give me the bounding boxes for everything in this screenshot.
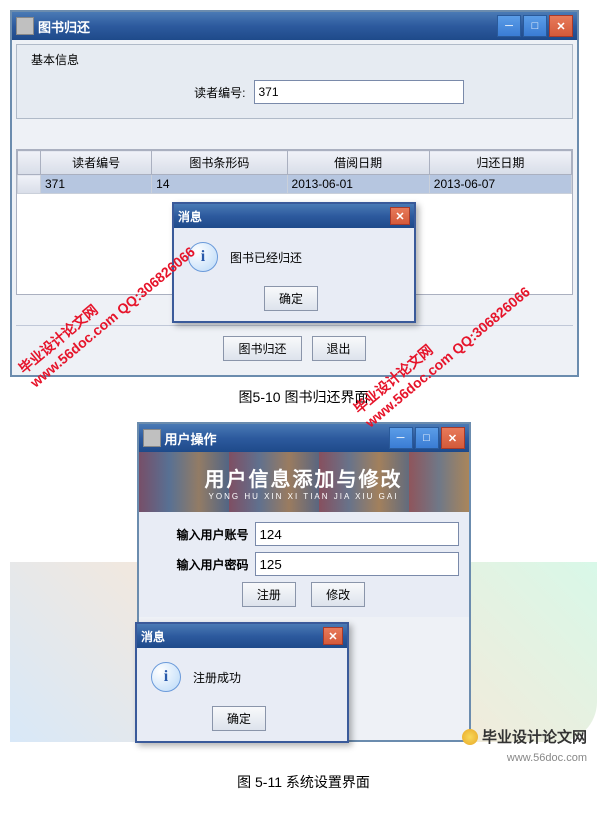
window-controls: ─ □ ✕ — [497, 15, 573, 37]
dialog-message: 图书已经归还 — [230, 249, 302, 266]
modify-button[interactable]: 修改 — [311, 582, 365, 607]
window-controls: ─ □ ✕ — [389, 427, 465, 449]
row-header-col[interactable] — [18, 151, 41, 175]
table-header-row: 读者编号 图书条形码 借阅日期 归还日期 — [18, 151, 572, 175]
java-icon — [143, 429, 161, 447]
banner-subtitle: YONG HU XIN XI TIAN JIA XIU GAI — [209, 492, 399, 501]
book-return-window: 图书归还 ─ □ ✕ 基本信息 读者编号: 读者编号 图书条形码 — [10, 10, 579, 377]
logo-icon — [462, 729, 478, 745]
group-title: 基本信息 — [27, 51, 83, 68]
action-buttons: 图书归还 退出 — [16, 325, 573, 371]
close-button[interactable]: ✕ — [441, 427, 465, 449]
dialog-titlebar[interactable]: 消息 ✕ — [174, 204, 414, 228]
maximize-button[interactable]: □ — [415, 427, 439, 449]
cell-reader-id[interactable]: 371 — [41, 175, 152, 194]
titlebar[interactable]: 用户操作 ─ □ ✕ — [139, 424, 469, 452]
minimize-button[interactable]: ─ — [389, 427, 413, 449]
ok-button[interactable]: 确定 — [212, 706, 266, 731]
dialog-close-button[interactable]: ✕ — [390, 207, 410, 225]
close-button[interactable]: ✕ — [549, 15, 573, 37]
ok-button[interactable]: 确定 — [264, 286, 318, 311]
cell-borrow-date[interactable]: 2013-06-01 — [287, 175, 429, 194]
col-barcode[interactable]: 图书条形码 — [152, 151, 287, 175]
form-area: 输入用户账号 输入用户密码 注册 修改 — [139, 512, 469, 617]
col-reader-id[interactable]: 读者编号 — [41, 151, 152, 175]
col-borrow-date[interactable]: 借阅日期 — [287, 151, 429, 175]
account-input[interactable] — [255, 522, 459, 546]
row-handle[interactable] — [18, 175, 41, 194]
window-title: 图书归还 — [38, 17, 497, 36]
java-icon — [16, 17, 34, 35]
register-button[interactable]: 注册 — [242, 582, 296, 607]
basic-info-group: 基本信息 读者编号: — [16, 44, 573, 119]
reader-id-input[interactable] — [254, 80, 464, 104]
return-book-button[interactable]: 图书归还 — [223, 336, 301, 361]
footer-url: www.56doc.com — [507, 752, 587, 764]
dialog-body: i 注册成功 确定 — [137, 648, 347, 741]
exit-button[interactable]: 退出 — [312, 336, 366, 361]
maximize-button[interactable]: □ — [523, 15, 547, 37]
dialog-close-button[interactable]: ✕ — [323, 627, 343, 645]
titlebar[interactable]: 图书归还 ─ □ ✕ — [12, 12, 577, 40]
cell-return-date[interactable]: 2013-06-07 — [429, 175, 571, 194]
reader-id-label: 读者编号: — [126, 84, 254, 101]
window-title: 用户操作 — [165, 429, 389, 448]
dialog-title: 消息 — [141, 628, 323, 645]
table-row[interactable]: 371 14 2013-06-01 2013-06-07 — [18, 175, 572, 194]
reader-id-row: 读者编号: — [25, 74, 564, 110]
info-icon: i — [188, 242, 218, 272]
message-dialog: 消息 ✕ i 注册成功 确定 — [135, 622, 349, 743]
info-icon: i — [151, 662, 181, 692]
message-dialog: 消息 ✕ i 图书已经归还 确定 — [172, 202, 416, 323]
dialog-message: 注册成功 — [193, 669, 241, 686]
col-return-date[interactable]: 归还日期 — [429, 151, 571, 175]
dialog-title: 消息 — [178, 208, 390, 225]
figure-caption-1: 图5-10 图书归还界面 — [10, 387, 597, 407]
password-input[interactable] — [255, 552, 459, 576]
dialog-titlebar[interactable]: 消息 ✕ — [137, 624, 347, 648]
password-label: 输入用户密码 — [149, 556, 255, 573]
banner-title: 用户信息添加与修改 — [205, 463, 403, 492]
figure-caption-2: 图 5-11 系统设置界面 — [10, 772, 597, 792]
minimize-button[interactable]: ─ — [497, 15, 521, 37]
footer-brand: 毕业设计论文网 — [462, 726, 587, 747]
banner: 用户信息添加与修改 YONG HU XIN XI TIAN JIA XIU GA… — [139, 452, 469, 512]
cell-barcode[interactable]: 14 — [152, 175, 287, 194]
account-label: 输入用户账号 — [149, 526, 255, 543]
dialog-body: i 图书已经归还 确定 — [174, 228, 414, 321]
